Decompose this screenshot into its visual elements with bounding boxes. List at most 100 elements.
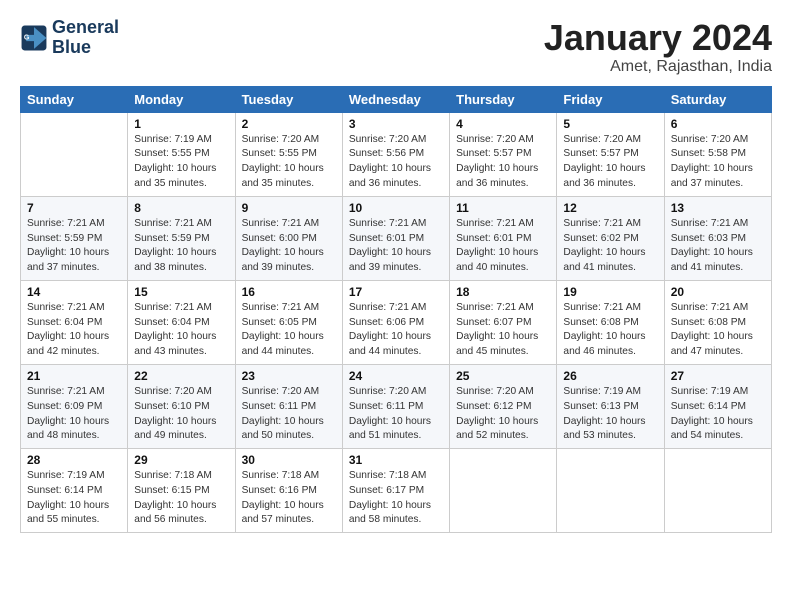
day-info: Sunrise: 7:21 AM Sunset: 6:09 PM Dayligh… [27,385,121,444]
day-number: 3 [349,117,443,131]
calendar-cell: 2 Sunrise: 7:20 AM Sunset: 5:55 PM Daylig… [235,112,342,196]
day-number: 27 [671,369,765,383]
day-number: 4 [456,117,550,131]
day-info: Sunrise: 7:20 AM Sunset: 6:12 PM Dayligh… [456,385,550,444]
day-info: Sunrise: 7:18 AM Sunset: 6:16 PM Dayligh… [242,469,336,528]
calendar-cell: 11Sunrise: 7:21 AM Sunset: 6:01 PM Dayli… [450,196,557,280]
day-number: 17 [349,285,443,299]
calendar-cell: 4 Sunrise: 7:20 AM Sunset: 5:57 PM Daylig… [450,112,557,196]
day-number: 29 [134,453,228,467]
day-info: Sunrise: 7:20 AM Sunset: 5:57 PM Dayligh… [456,133,550,192]
weekday-header-sunday: Sunday [21,86,128,112]
day-info: Sunrise: 7:21 AM Sunset: 6:04 PM Dayligh… [27,301,121,360]
day-number: 20 [671,285,765,299]
calendar-cell: 6Sunrise: 7:20 AM Sunset: 5:58 PM Daylig… [664,112,771,196]
week-row-1: 1 Sunrise: 7:19 AM Sunset: 5:55 PM Daylig… [21,112,772,196]
calendar-cell: 1 Sunrise: 7:19 AM Sunset: 5:55 PM Daylig… [128,112,235,196]
calendar-cell [21,112,128,196]
day-info: Sunrise: 7:20 AM Sunset: 5:55 PM Dayligh… [242,133,336,192]
calendar-cell: 19 Sunrise: 7:21 AM Sunset: 6:08 PM Dayli… [557,280,664,364]
day-info: Sunrise: 7:20 AM Sunset: 6:10 PM Dayligh… [134,385,228,444]
calendar-cell: 28 Sunrise: 7:19 AM Sunset: 6:14 PM Dayli… [21,449,128,533]
calendar-cell: 30 Sunrise: 7:18 AM Sunset: 6:16 PM Dayli… [235,449,342,533]
svg-text:G: G [24,34,30,41]
day-number: 24 [349,369,443,383]
calendar-cell: 15 Sunrise: 7:21 AM Sunset: 6:04 PM Dayli… [128,280,235,364]
day-info: Sunrise: 7:20 AM Sunset: 6:11 PM Dayligh… [242,385,336,444]
day-number: 6 [671,117,765,131]
logo-icon: G [20,24,48,52]
day-info: Sunrise: 7:21 AM Sunset: 6:00 PM Dayligh… [242,217,336,276]
day-number: 28 [27,453,121,467]
day-info: Sunrise: 7:19 AM Sunset: 6:14 PM Dayligh… [671,385,765,444]
day-number: 12 [563,201,657,215]
day-number: 15 [134,285,228,299]
day-info: Sunrise: 7:19 AM Sunset: 6:13 PM Dayligh… [563,385,657,444]
day-number: 9 [242,201,336,215]
calendar-cell: 16 Sunrise: 7:21 AM Sunset: 6:05 PM Dayli… [235,280,342,364]
calendar-cell: 27 Sunrise: 7:19 AM Sunset: 6:14 PM Dayli… [664,364,771,448]
day-number: 1 [134,117,228,131]
day-number: 19 [563,285,657,299]
day-number: 22 [134,369,228,383]
day-number: 21 [27,369,121,383]
day-number: 5 [563,117,657,131]
day-info: Sunrise: 7:21 AM Sunset: 5:59 PM Dayligh… [134,217,228,276]
calendar-cell: 13 Sunrise: 7:21 AM Sunset: 6:03 PM Dayli… [664,196,771,280]
day-number: 26 [563,369,657,383]
calendar-cell: 17 Sunrise: 7:21 AM Sunset: 6:06 PM Dayli… [342,280,449,364]
day-info: Sunrise: 7:20 AM Sunset: 5:56 PM Dayligh… [349,133,443,192]
week-row-3: 14 Sunrise: 7:21 AM Sunset: 6:04 PM Dayli… [21,280,772,364]
calendar-cell: 5 Sunrise: 7:20 AM Sunset: 5:57 PM Daylig… [557,112,664,196]
calendar-cell: 20 Sunrise: 7:21 AM Sunset: 6:08 PM Dayli… [664,280,771,364]
day-info: Sunrise: 7:21 AM Sunset: 6:08 PM Dayligh… [563,301,657,360]
day-number: 30 [242,453,336,467]
day-number: 11 [456,201,550,215]
weekday-header-row: SundayMondayTuesdayWednesdayThursdayFrid… [21,86,772,112]
weekday-header-friday: Friday [557,86,664,112]
calendar-cell: 24 Sunrise: 7:20 AM Sunset: 6:11 PM Dayli… [342,364,449,448]
day-number: 8 [134,201,228,215]
calendar-cell: 18Sunrise: 7:21 AM Sunset: 6:07 PM Dayli… [450,280,557,364]
calendar-cell: 26 Sunrise: 7:19 AM Sunset: 6:13 PM Dayli… [557,364,664,448]
weekday-header-thursday: Thursday [450,86,557,112]
calendar-cell: 31Sunrise: 7:18 AM Sunset: 6:17 PM Dayli… [342,449,449,533]
calendar-cell: 3 Sunrise: 7:20 AM Sunset: 5:56 PM Daylig… [342,112,449,196]
day-number: 16 [242,285,336,299]
day-number: 23 [242,369,336,383]
calendar-cell: 25Sunrise: 7:20 AM Sunset: 6:12 PM Dayli… [450,364,557,448]
day-info: Sunrise: 7:21 AM Sunset: 6:06 PM Dayligh… [349,301,443,360]
day-info: Sunrise: 7:21 AM Sunset: 6:03 PM Dayligh… [671,217,765,276]
day-info: Sunrise: 7:21 AM Sunset: 6:07 PM Dayligh… [456,301,550,360]
day-number: 14 [27,285,121,299]
month-title: January 2024 [544,18,772,58]
calendar-cell: 9 Sunrise: 7:21 AM Sunset: 6:00 PM Daylig… [235,196,342,280]
calendar-cell: 23 Sunrise: 7:20 AM Sunset: 6:11 PM Dayli… [235,364,342,448]
page: G General Blue January 2024 Amet, Rajast… [0,0,792,545]
week-row-4: 21 Sunrise: 7:21 AM Sunset: 6:09 PM Dayli… [21,364,772,448]
calendar-cell: 10 Sunrise: 7:21 AM Sunset: 6:01 PM Dayli… [342,196,449,280]
logo-text: General Blue [52,18,119,58]
day-info: Sunrise: 7:21 AM Sunset: 6:04 PM Dayligh… [134,301,228,360]
calendar-cell: 7Sunrise: 7:21 AM Sunset: 5:59 PM Daylig… [21,196,128,280]
day-info: Sunrise: 7:19 AM Sunset: 5:55 PM Dayligh… [134,133,228,192]
weekday-header-wednesday: Wednesday [342,86,449,112]
day-info: Sunrise: 7:20 AM Sunset: 6:11 PM Dayligh… [349,385,443,444]
day-info: Sunrise: 7:19 AM Sunset: 6:14 PM Dayligh… [27,469,121,528]
weekday-header-tuesday: Tuesday [235,86,342,112]
calendar-cell [450,449,557,533]
week-row-5: 28 Sunrise: 7:19 AM Sunset: 6:14 PM Dayli… [21,449,772,533]
calendar-table: SundayMondayTuesdayWednesdayThursdayFrid… [20,86,772,534]
day-info: Sunrise: 7:21 AM Sunset: 5:59 PM Dayligh… [27,217,121,276]
day-info: Sunrise: 7:21 AM Sunset: 6:01 PM Dayligh… [349,217,443,276]
day-number: 10 [349,201,443,215]
calendar-cell: 8 Sunrise: 7:21 AM Sunset: 5:59 PM Daylig… [128,196,235,280]
day-number: 2 [242,117,336,131]
day-info: Sunrise: 7:18 AM Sunset: 6:15 PM Dayligh… [134,469,228,528]
day-info: Sunrise: 7:20 AM Sunset: 5:57 PM Dayligh… [563,133,657,192]
day-number: 13 [671,201,765,215]
calendar-cell: 22 Sunrise: 7:20 AM Sunset: 6:10 PM Dayli… [128,364,235,448]
day-info: Sunrise: 7:21 AM Sunset: 6:05 PM Dayligh… [242,301,336,360]
calendar-cell: 21 Sunrise: 7:21 AM Sunset: 6:09 PM Dayli… [21,364,128,448]
day-info: Sunrise: 7:21 AM Sunset: 6:08 PM Dayligh… [671,301,765,360]
